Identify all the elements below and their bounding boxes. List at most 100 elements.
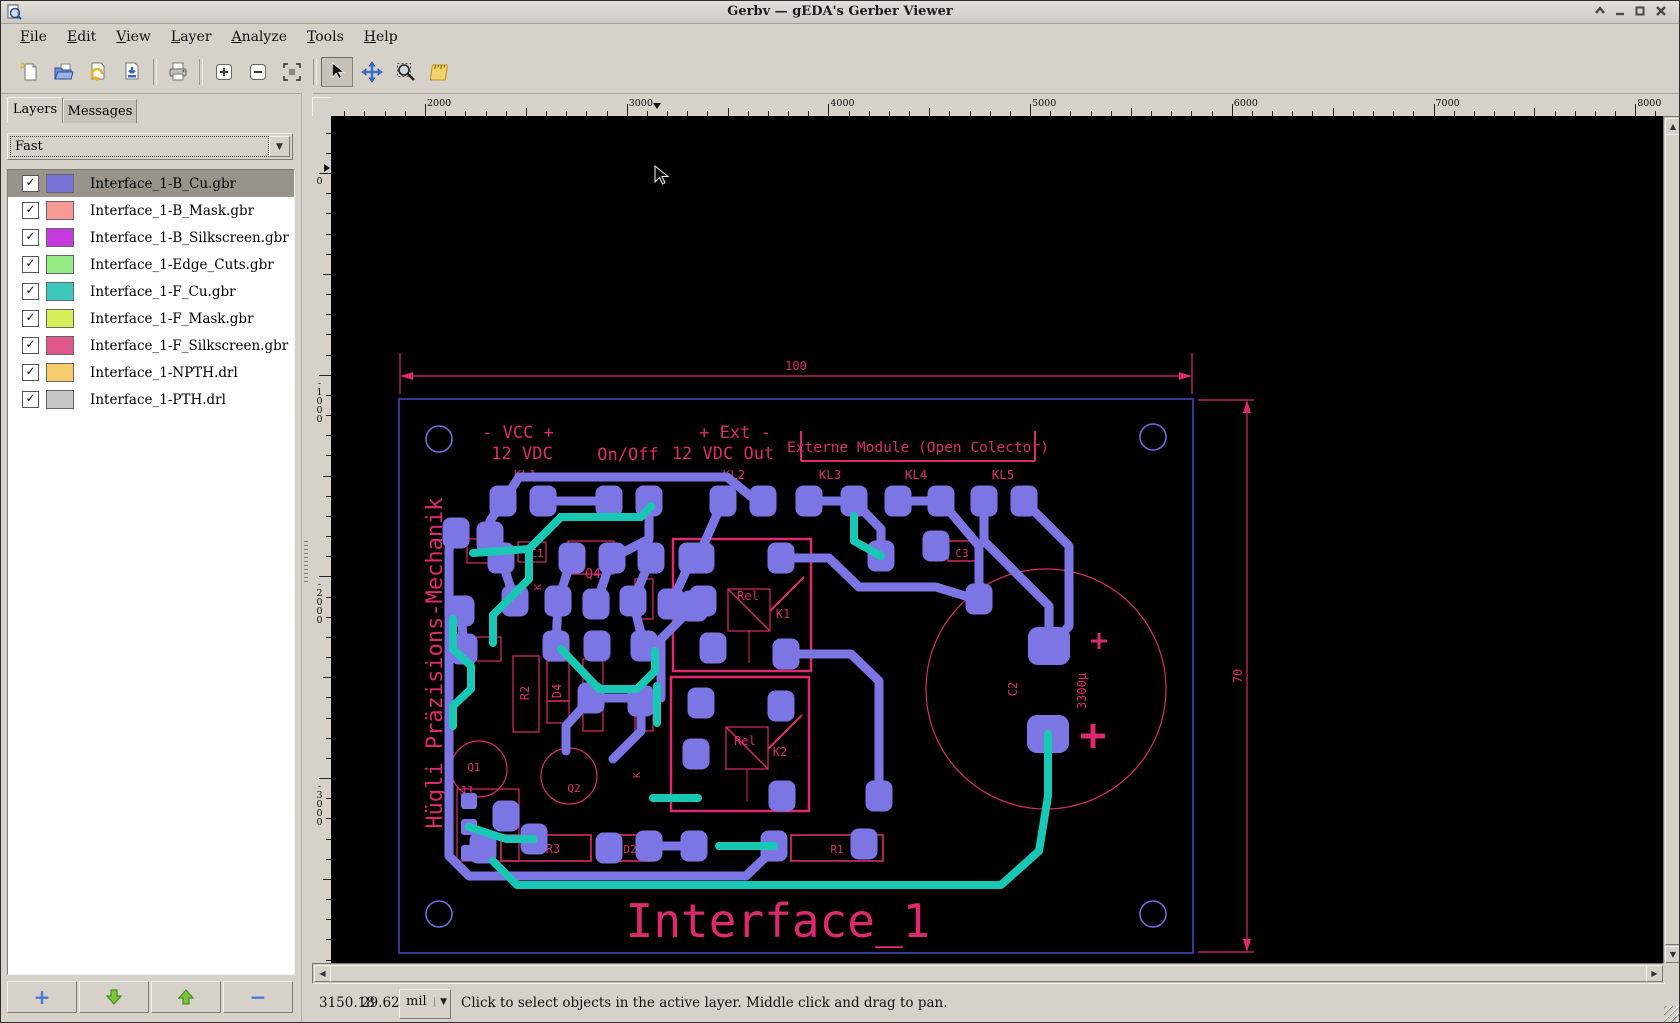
zoom-in-button[interactable] bbox=[209, 57, 239, 87]
silkscreen-text: D4 bbox=[550, 684, 564, 698]
layer-row[interactable]: ✓ Interface_1-Edge_Cuts.gbr bbox=[8, 251, 294, 278]
layer-row[interactable]: ✓ Interface_1-B_Cu.gbr bbox=[8, 170, 294, 197]
scroll-up-arrow-icon[interactable]: ▲ bbox=[1665, 118, 1679, 135]
scroll-right-arrow-icon[interactable]: ▶ bbox=[1646, 965, 1663, 982]
remove-layer-button[interactable]: − bbox=[223, 981, 293, 1013]
title-bar[interactable]: Gerbv — gEDA's Gerber Viewer bbox=[1, 1, 1679, 24]
mounting-hole bbox=[425, 900, 453, 928]
zoom-tool-button[interactable] bbox=[391, 57, 421, 87]
resize-grip[interactable] bbox=[1664, 1006, 1679, 1022]
layer-color-swatch[interactable] bbox=[46, 363, 74, 382]
close-button[interactable] bbox=[1652, 3, 1670, 21]
tab-messages[interactable]: Messages bbox=[63, 99, 137, 123]
zoom-out-button[interactable] bbox=[243, 57, 273, 87]
move-layer-up-button[interactable] bbox=[151, 981, 221, 1013]
silkscreen-text: Q4 bbox=[585, 567, 601, 582]
layer-color-swatch[interactable] bbox=[46, 336, 74, 355]
silkscreen-text: + Ext - bbox=[699, 423, 771, 443]
splitter-grip-icon[interactable] bbox=[304, 541, 308, 585]
layer-row[interactable]: ✓ Interface_1-B_Silkscreen.gbr bbox=[8, 224, 294, 251]
layer-row[interactable]: ✓ Interface_1-F_Mask.gbr bbox=[8, 305, 294, 332]
silkscreen-text: Interface_1 bbox=[626, 894, 931, 948]
layer-visibility-checkbox[interactable]: ✓ bbox=[22, 283, 39, 300]
zoom-fit-button[interactable] bbox=[277, 57, 307, 87]
menu-item-analyze[interactable]: Analyze bbox=[222, 26, 296, 48]
layer-color-swatch[interactable] bbox=[46, 255, 74, 274]
scrollbar-corner bbox=[1663, 963, 1679, 982]
silkscreen-text: Q1 bbox=[467, 761, 480, 774]
layer-row[interactable]: ✓ Interface_1-PTH.drl bbox=[8, 386, 294, 413]
scroll-left-arrow-icon[interactable]: ◀ bbox=[314, 965, 331, 982]
plus-icon: + bbox=[33, 985, 51, 1009]
render-mode-combobox[interactable]: Fast ▼ bbox=[7, 133, 293, 160]
shade-button[interactable] bbox=[1591, 3, 1609, 21]
pan-icon bbox=[361, 61, 383, 83]
silkscreen-text: 100 bbox=[785, 359, 807, 373]
ruler-label: 2000 bbox=[427, 98, 452, 109]
pcb-canvas[interactable]: - VCC +12 VDC On/Off + Ext -12 VDC Out Exte… bbox=[331, 116, 1663, 963]
vertical-ruler: 0 -1000 -2000 -3000 bbox=[312, 116, 332, 963]
toolbar-separator bbox=[199, 59, 203, 85]
units-value: mil bbox=[406, 994, 427, 1009]
layer-name: Interface_1-B_Cu.gbr bbox=[90, 175, 237, 192]
window-title: Gerbv — gEDA's Gerber Viewer bbox=[727, 4, 953, 19]
move-layer-down-button[interactable] bbox=[79, 981, 149, 1013]
layer-row[interactable]: ✓ Interface_1-F_Silkscreen.gbr bbox=[8, 332, 294, 359]
menu-item-layer[interactable]: Layer bbox=[162, 26, 221, 48]
status-bar: 3150.18 29.62 mil ▼ Click to select obje… bbox=[301, 982, 1679, 1022]
layer-visibility-checkbox[interactable]: ✓ bbox=[22, 175, 39, 192]
open-folder-icon bbox=[54, 63, 74, 80]
menu-item-tools[interactable]: Tools bbox=[298, 26, 353, 48]
layer-visibility-checkbox[interactable]: ✓ bbox=[22, 337, 39, 354]
units-combobox[interactable]: mil ▼ bbox=[399, 989, 451, 1019]
save-icon bbox=[125, 62, 139, 80]
measure-tool-button[interactable] bbox=[425, 57, 455, 87]
silkscreen-text: K bbox=[533, 584, 544, 590]
layer-row[interactable]: ✓ Interface_1-F_Cu.gbr bbox=[8, 278, 294, 305]
add-layer-button[interactable]: + bbox=[7, 981, 77, 1013]
layer-row[interactable]: ✓ Interface_1-NPTH.drl bbox=[8, 359, 294, 386]
layer-color-swatch[interactable] bbox=[46, 174, 74, 193]
pointer-icon bbox=[331, 62, 346, 80]
layer-color-swatch[interactable] bbox=[46, 309, 74, 328]
layer-visibility-checkbox[interactable]: ✓ bbox=[22, 310, 39, 327]
chevron-down-icon: ▼ bbox=[434, 997, 447, 1007]
layer-visibility-checkbox[interactable]: ✓ bbox=[22, 364, 39, 381]
vertical-scrollbar[interactable]: ▲ ▼ bbox=[1663, 116, 1679, 965]
layer-color-swatch[interactable] bbox=[46, 201, 74, 220]
silkscreen-text: - VCC + bbox=[482, 423, 554, 443]
layer-visibility-checkbox[interactable]: ✓ bbox=[22, 256, 39, 273]
menu-item-help[interactable]: Help bbox=[355, 26, 407, 48]
new-button[interactable] bbox=[15, 57, 45, 87]
menu-item-file[interactable]: File bbox=[11, 26, 56, 48]
revert-button[interactable] bbox=[83, 57, 113, 87]
maximize-button[interactable] bbox=[1631, 3, 1649, 21]
menu-item-edit[interactable]: Edit bbox=[58, 26, 105, 48]
silkscreen-text: K2 bbox=[773, 745, 787, 759]
layer-visibility-checkbox[interactable]: ✓ bbox=[22, 391, 39, 408]
scroll-down-arrow-icon[interactable]: ▼ bbox=[1665, 946, 1679, 963]
layer-color-swatch[interactable] bbox=[46, 390, 74, 409]
silkscreen-text: K1 bbox=[776, 607, 790, 621]
minimize-button[interactable] bbox=[1611, 3, 1629, 21]
tab-layers[interactable]: Layers bbox=[7, 97, 63, 123]
horizontal-scrollbar[interactable]: ◀ ▶ bbox=[312, 963, 1665, 984]
menu-item-view[interactable]: View bbox=[107, 26, 160, 48]
pointer-tool-button[interactable] bbox=[321, 57, 353, 87]
layer-color-swatch[interactable] bbox=[46, 282, 74, 301]
layer-color-swatch[interactable] bbox=[46, 228, 74, 247]
silkscreen-text: Externe Module (Open Colector) bbox=[787, 440, 1049, 456]
save-button[interactable] bbox=[117, 57, 147, 87]
open-button[interactable] bbox=[49, 57, 79, 87]
silkscreen-text: D2 bbox=[623, 843, 636, 856]
ruler-label: 4000 bbox=[830, 98, 855, 109]
silkscreen-text: R1 bbox=[830, 843, 843, 856]
horizontal-scrollbar-thumb[interactable] bbox=[330, 965, 1647, 982]
layer-visibility-checkbox[interactable]: ✓ bbox=[22, 229, 39, 246]
vertical-scrollbar-thumb[interactable] bbox=[1665, 134, 1679, 945]
layer-visibility-checkbox[interactable]: ✓ bbox=[22, 202, 39, 219]
print-button[interactable] bbox=[163, 57, 193, 87]
pan-tool-button[interactable] bbox=[357, 57, 387, 87]
mounting-hole bbox=[1139, 423, 1167, 451]
layer-row[interactable]: ✓ Interface_1-B_Mask.gbr bbox=[8, 197, 294, 224]
